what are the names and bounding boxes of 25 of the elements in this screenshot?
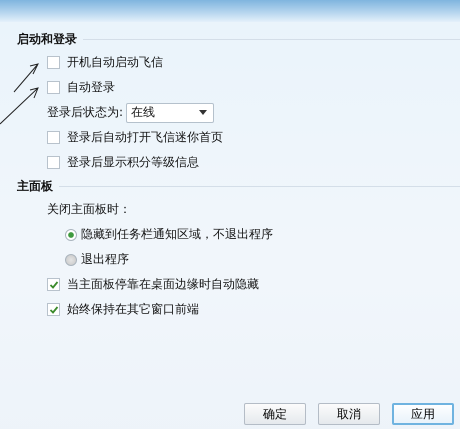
dialog-button[interactable]: 确定: [244, 403, 306, 425]
checkbox-label: 开机自动启动飞信: [67, 54, 163, 71]
section-heading: 启动和登录: [17, 30, 77, 48]
radio-label: 隐藏到任务栏通知区域，不退出程序: [81, 226, 273, 243]
checkbox[interactable]: [47, 278, 60, 291]
checkbox-label: 当主面板停靠在桌面边缘时自动隐藏: [67, 276, 259, 293]
caret-icon: [199, 110, 208, 115]
checkbox[interactable]: [47, 156, 60, 169]
option-label: 关闭主面板时：: [47, 201, 131, 218]
checkbox-label: 登录后显示积分等级信息: [67, 154, 199, 171]
dialog-button[interactable]: 取消: [318, 403, 380, 425]
radio-button[interactable]: [65, 254, 77, 266]
checkbox-label: 自动登录: [67, 79, 115, 96]
checkbox[interactable]: [47, 81, 60, 94]
section-heading: 主面板: [17, 178, 53, 194]
dialog-button[interactable]: 应用: [392, 403, 454, 425]
radio-label: 退出程序: [81, 251, 129, 268]
dropdown-label: 登录后状态为:: [47, 104, 124, 121]
status-dropdown[interactable]: 在线: [126, 102, 214, 122]
checkbox[interactable]: [47, 303, 60, 316]
checkbox-label: 始终保持在其它窗口前端: [67, 301, 199, 318]
checkbox[interactable]: [47, 56, 60, 69]
checkbox-label: 登录后自动打开飞信迷你首页: [67, 129, 223, 146]
radio-button[interactable]: [65, 228, 77, 240]
checkbox[interactable]: [47, 131, 60, 144]
